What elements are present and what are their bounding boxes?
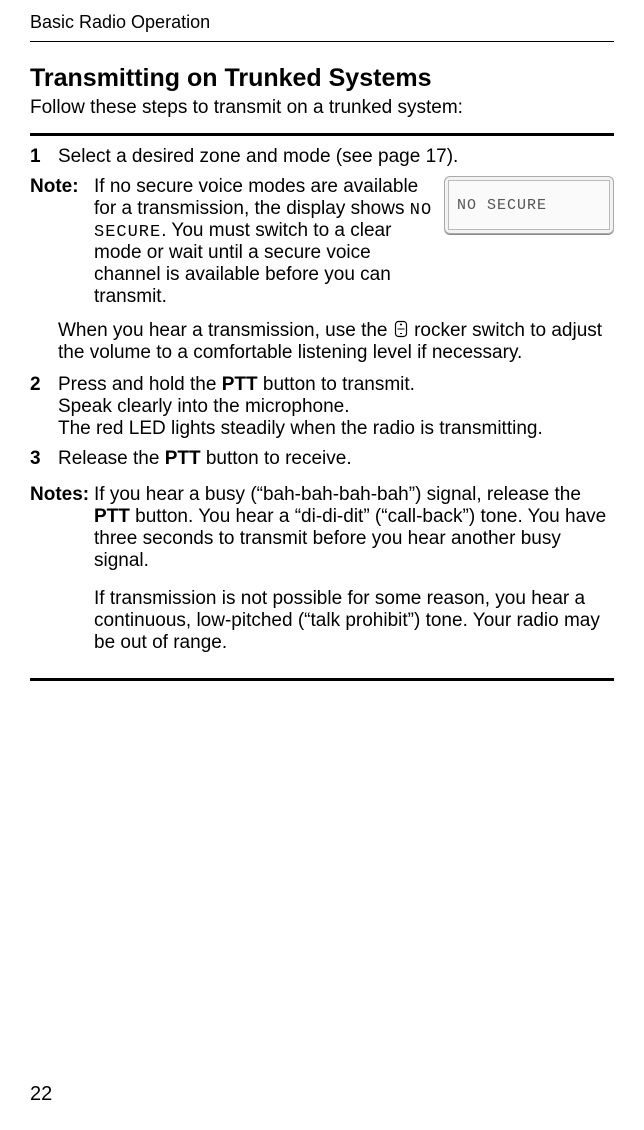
radio-display-text: NO SECURE xyxy=(448,180,610,230)
running-header: Basic Radio Operation xyxy=(30,12,614,33)
s3-b: button to receive. xyxy=(201,448,352,469)
ptt-label: PTT xyxy=(165,448,201,469)
volume-text-a: When you hear a transmission, use the xyxy=(58,320,393,341)
ptt-label: PTT xyxy=(94,506,130,527)
notes-label: Notes: xyxy=(30,484,94,506)
page: Basic Radio Operation Transmitting on Tr… xyxy=(0,0,644,1130)
intro-text: Follow these steps to transmit on a trun… xyxy=(30,97,614,119)
notes-p1: If you hear a busy (“bah-bah-bah-bah”) s… xyxy=(94,484,614,572)
s2-line2: Speak clearly into the microphone. xyxy=(58,396,350,417)
s3-a: Release the xyxy=(58,448,165,469)
note-block: Note: If no secure voice modes are avail… xyxy=(30,176,614,308)
note-label: Note: xyxy=(30,176,94,198)
section-title: Transmitting on Trunked Systems xyxy=(30,64,614,93)
step-text: Select a desired zone and mode (see page… xyxy=(58,146,614,168)
s2-line1a: Press and hold the xyxy=(58,374,222,395)
rocker-switch-icon xyxy=(394,320,408,338)
bottom-thick-rule xyxy=(30,678,614,681)
note-body: If no secure voice modes are available f… xyxy=(94,176,614,308)
note-text-a: If no secure voice modes are available f… xyxy=(94,176,418,219)
notes-p1a: If you hear a busy (“bah-bah-bah-bah”) s… xyxy=(94,484,581,505)
step-2: 2 Press and hold the PTT button to trans… xyxy=(30,374,614,440)
ptt-label: PTT xyxy=(222,374,258,395)
step-number: 1 xyxy=(30,146,58,168)
notes-block: Notes: If you hear a busy (“bah-bah-bah-… xyxy=(30,484,614,670)
page-number: 22 xyxy=(30,1083,52,1106)
top-thick-rule xyxy=(30,133,614,136)
volume-paragraph: When you hear a transmission, use the ro… xyxy=(58,320,614,364)
header-rule xyxy=(30,41,614,42)
step-3: 3 Release the PTT button to receive. xyxy=(30,448,614,470)
step-number: 2 xyxy=(30,374,58,396)
s2-line3: The red LED lights steadily when the rad… xyxy=(58,418,543,439)
radio-display-graphic: NO SECURE xyxy=(444,176,614,234)
notes-p1b: button. You hear a “di-di-dit” (“call-ba… xyxy=(94,506,606,571)
note-text: If no secure voice modes are available f… xyxy=(94,176,434,308)
notes-p2: If transmission is not possible for some… xyxy=(94,588,614,654)
notes-text: If you hear a busy (“bah-bah-bah-bah”) s… xyxy=(94,484,614,670)
step-1: 1 Select a desired zone and mode (see pa… xyxy=(30,146,614,168)
step-text: Press and hold the PTT button to transmi… xyxy=(58,374,614,440)
step-text: Release the PTT button to receive. xyxy=(58,448,614,470)
s2-line1b: button to transmit. xyxy=(258,374,415,395)
step-number: 3 xyxy=(30,448,58,470)
